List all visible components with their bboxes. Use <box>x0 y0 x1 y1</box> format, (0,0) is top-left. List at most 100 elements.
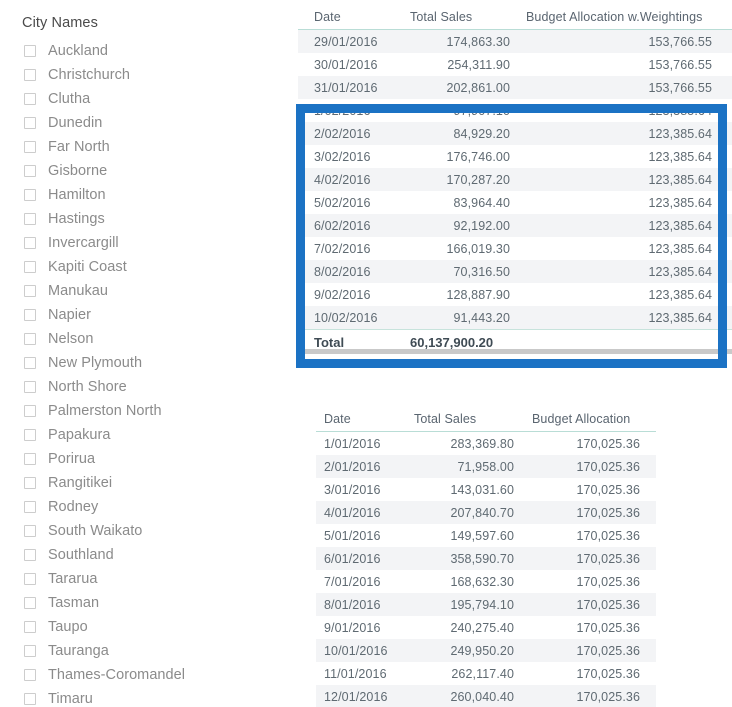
checkbox-unchecked-icon[interactable] <box>24 477 36 489</box>
checkbox-unchecked-icon[interactable] <box>24 669 36 681</box>
slicer-item-auckland[interactable]: Auckland <box>0 39 292 63</box>
table-row[interactable]: 4/01/2016 207,840.70 170,025.36 <box>316 501 656 524</box>
slicer-item-far-north[interactable]: Far North <box>0 135 292 159</box>
table-row[interactable]: 30/01/2016 254,311.90 153,766.55 <box>298 53 732 76</box>
checkbox-unchecked-icon[interactable] <box>24 285 36 297</box>
checkbox-unchecked-icon[interactable] <box>24 117 36 129</box>
checkbox-unchecked-icon[interactable] <box>24 213 36 225</box>
slicer-item-napier[interactable]: Napier <box>0 303 292 327</box>
table-row[interactable]: 29/01/2016 174,863.30 153,766.55 <box>298 30 732 53</box>
checkbox-unchecked-icon[interactable] <box>24 69 36 81</box>
checkbox-unchecked-icon[interactable] <box>24 549 36 561</box>
slicer-item-label: Dunedin <box>48 115 103 131</box>
checkbox-unchecked-icon[interactable] <box>24 357 36 369</box>
table-row[interactable]: 2/02/2016 84,929.20 123,385.64 <box>298 122 732 145</box>
table-row[interactable]: 1/01/2016 283,369.80 170,025.36 <box>316 432 656 455</box>
slicer-item-rodney[interactable]: Rodney <box>0 495 292 519</box>
cell-total-sales: 207,840.70 <box>450 505 514 520</box>
table-row[interactable]: 11/01/2016 262,117.40 170,025.36 <box>316 662 656 685</box>
checkbox-unchecked-icon[interactable] <box>24 333 36 345</box>
cell-total-sales: 260,040.40 <box>450 689 514 704</box>
slicer-item-manukau[interactable]: Manukau <box>0 279 292 303</box>
column-header-budget-allocation[interactable]: Budget Allocation <box>524 412 654 426</box>
slicer-item-taupo[interactable]: Taupo <box>0 615 292 639</box>
slicer-item-gisborne[interactable]: Gisborne <box>0 159 292 183</box>
checkbox-unchecked-icon[interactable] <box>24 621 36 633</box>
checkbox-unchecked-icon[interactable] <box>24 381 36 393</box>
checkbox-unchecked-icon[interactable] <box>24 141 36 153</box>
checkbox-unchecked-icon[interactable] <box>24 597 36 609</box>
checkbox-unchecked-icon[interactable] <box>24 693 36 705</box>
checkbox-unchecked-icon[interactable] <box>24 453 36 465</box>
slicer-item-christchurch[interactable]: Christchurch <box>0 63 292 87</box>
slicer-item-rangitikei[interactable]: Rangitikei <box>0 471 292 495</box>
table-row[interactable]: 6/01/2016 358,590.70 170,025.36 <box>316 547 656 570</box>
slicer-item-papakura[interactable]: Papakura <box>0 423 292 447</box>
table-row[interactable]: 1/02/2016 97,907.10 123,385.64 <box>298 99 732 122</box>
column-header-date[interactable]: Date <box>324 412 414 426</box>
checkbox-unchecked-icon[interactable] <box>24 429 36 441</box>
slicer-item-tauranga[interactable]: Tauranga <box>0 639 292 663</box>
table-row[interactable]: 31/01/2016 202,861.00 153,766.55 <box>298 76 732 99</box>
slicer-item-hastings[interactable]: Hastings <box>0 207 292 231</box>
table-row[interactable]: 5/02/2016 83,964.40 123,385.64 <box>298 191 732 214</box>
checkbox-unchecked-icon[interactable] <box>24 501 36 513</box>
cell-date: 7/01/2016 <box>324 574 381 589</box>
slicer-item-porirua[interactable]: Porirua <box>0 447 292 471</box>
checkbox-unchecked-icon[interactable] <box>24 45 36 57</box>
column-header-budget-allocation-weightings[interactable]: Budget Allocation w.Weightings <box>522 10 727 24</box>
checkbox-unchecked-icon[interactable] <box>24 525 36 537</box>
slicer-item-label: Napier <box>48 307 92 323</box>
table-row[interactable]: 9/01/2016 240,275.40 170,025.36 <box>316 616 656 639</box>
table-row[interactable]: 8/02/2016 70,316.50 123,385.64 <box>298 260 732 283</box>
slicer-item-invercargill[interactable]: Invercargill <box>0 231 292 255</box>
table-row[interactable]: 7/02/2016 166,019.30 123,385.64 <box>298 237 732 260</box>
budget-allocation-weightings-table[interactable]: Date Total Sales Budget Allocation w.Wei… <box>298 0 732 354</box>
slicer-item-palmerston-north[interactable]: Palmerston North <box>0 399 292 423</box>
table-row[interactable]: 6/02/2016 92,192.00 123,385.64 <box>298 214 732 237</box>
table-row[interactable]: 4/02/2016 170,287.20 123,385.64 <box>298 168 732 191</box>
checkbox-unchecked-icon[interactable] <box>24 405 36 417</box>
budget-allocation-table[interactable]: Date Total Sales Budget Allocation 1/01/… <box>316 404 656 707</box>
table-row[interactable]: 3/02/2016 176,746.00 123,385.64 <box>298 145 732 168</box>
column-header-total-sales[interactable]: Total Sales <box>414 412 524 426</box>
slicer-item-tasman[interactable]: Tasman <box>0 591 292 615</box>
checkbox-unchecked-icon[interactable] <box>24 165 36 177</box>
table-row[interactable]: 5/01/2016 149,597.60 170,025.36 <box>316 524 656 547</box>
table-row[interactable]: 9/02/2016 128,887.90 123,385.64 <box>298 283 732 306</box>
checkbox-unchecked-icon[interactable] <box>24 189 36 201</box>
slicer-item-southland[interactable]: Southland <box>0 543 292 567</box>
screen-root: City Names Auckland Christchurch Clutha Dun… <box>0 0 732 707</box>
checkbox-unchecked-icon[interactable] <box>24 93 36 105</box>
column-header-date[interactable]: Date <box>314 10 410 24</box>
slicer-item-timaru[interactable]: Timaru <box>0 687 292 707</box>
slicer-item-clutha[interactable]: Clutha <box>0 87 292 111</box>
cell-date: 6/01/2016 <box>324 551 381 566</box>
slicer-item-south-waikato[interactable]: South Waikato <box>0 519 292 543</box>
checkbox-unchecked-icon[interactable] <box>24 309 36 321</box>
checkbox-unchecked-icon[interactable] <box>24 645 36 657</box>
table-row[interactable]: 8/01/2016 195,794.10 170,025.36 <box>316 593 656 616</box>
slicer-item-hamilton[interactable]: Hamilton <box>0 183 292 207</box>
checkbox-unchecked-icon[interactable] <box>24 573 36 585</box>
table-row[interactable]: 10/01/2016 249,950.20 170,025.36 <box>316 639 656 662</box>
slicer-item-tararua[interactable]: Tararua <box>0 567 292 591</box>
table-row[interactable]: 7/01/2016 168,632.30 170,025.36 <box>316 570 656 593</box>
slicer-item-kapiti-coast[interactable]: Kapiti Coast <box>0 255 292 279</box>
table-row[interactable]: 12/01/2016 260,040.40 170,025.36 <box>316 685 656 707</box>
table-row[interactable]: 2/01/2016 71,958.00 170,025.36 <box>316 455 656 478</box>
cell-budget: 123,385.64 <box>648 103 712 118</box>
slicer-item-new-plymouth[interactable]: New Plymouth <box>0 351 292 375</box>
slicer-item-dunedin[interactable]: Dunedin <box>0 111 292 135</box>
slicer-item-nelson[interactable]: Nelson <box>0 327 292 351</box>
slicer-item-thames-coromandel[interactable]: Thames-Coromandel <box>0 663 292 687</box>
city-names-list[interactable]: Auckland Christchurch Clutha Dunedin Far Nor… <box>0 39 292 707</box>
table-scroll-track[interactable] <box>298 351 732 354</box>
table-row[interactable]: 3/01/2016 143,031.60 170,025.36 <box>316 478 656 501</box>
slicer-item-north-shore[interactable]: North Shore <box>0 375 292 399</box>
checkbox-unchecked-icon[interactable] <box>24 237 36 249</box>
cell-budget: 123,385.64 <box>648 218 712 233</box>
column-header-total-sales[interactable]: Total Sales <box>410 10 522 24</box>
checkbox-unchecked-icon[interactable] <box>24 261 36 273</box>
table-row[interactable]: 10/02/2016 91,443.20 123,385.64 <box>298 306 732 329</box>
